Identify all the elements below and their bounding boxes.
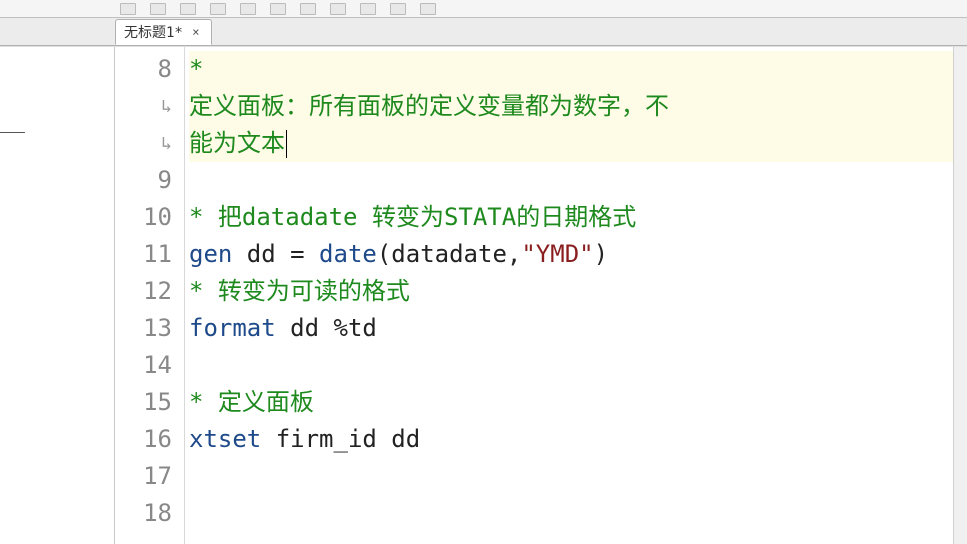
close-icon[interactable]: ×: [189, 25, 203, 39]
left-panel: [0, 47, 115, 544]
line-number: 13: [115, 310, 184, 347]
line-number: 14: [115, 347, 184, 384]
line-number: 18: [115, 495, 184, 532]
editor: 8 ↳ ↳ 9 10 11 12 13 14 15 16 17 18 * 定义面…: [0, 46, 967, 544]
code-line: gen dd = date(datadate,"YMD"): [189, 236, 953, 273]
line-number: 12: [115, 273, 184, 310]
cursor: [286, 130, 287, 158]
toolbar-icon[interactable]: [150, 3, 166, 15]
code-line: 能为文本: [189, 125, 953, 162]
wrap-indicator-icon: ↳: [115, 125, 184, 162]
scrollbar[interactable]: [953, 47, 967, 544]
tab-label: 无标题1*: [124, 22, 183, 42]
wrap-indicator-icon: ↳: [115, 88, 184, 125]
line-number: 10: [115, 199, 184, 236]
code-line: [189, 495, 953, 532]
code-line: format dd %td: [189, 310, 953, 347]
line-gutter: 8 ↳ ↳ 9 10 11 12 13 14 15 16 17 18: [115, 47, 185, 544]
line-number: 11: [115, 236, 184, 273]
code-line: [189, 347, 953, 384]
code-line: * 把datadate 转变为STATA的日期格式: [189, 199, 953, 236]
toolbar-icon[interactable]: [300, 3, 316, 15]
code-area[interactable]: * 定义面板：所有面板的定义变量都为数字，不 能为文本 * 把datadate …: [185, 47, 953, 544]
toolbar-icon[interactable]: [240, 3, 256, 15]
toolbar-icon[interactable]: [420, 3, 436, 15]
code-line: [189, 458, 953, 495]
toolbar-icon[interactable]: [390, 3, 406, 15]
tab-untitled[interactable]: 无标题1* ×: [115, 19, 212, 45]
code-line: xtset firm_id dd: [189, 421, 953, 458]
code-line: [189, 162, 953, 199]
line-number: 9: [115, 162, 184, 199]
toolbar-icon[interactable]: [270, 3, 286, 15]
toolbar-icon[interactable]: [120, 3, 136, 15]
toolbar-icon[interactable]: [210, 3, 226, 15]
code-line: *: [189, 51, 953, 88]
code-line: * 定义面板: [189, 384, 953, 421]
toolbar: [0, 0, 967, 18]
line-number: 17: [115, 458, 184, 495]
code-line: * 转变为可读的格式: [189, 273, 953, 310]
toolbar-icon[interactable]: [330, 3, 346, 15]
arrow-icon: [0, 132, 25, 133]
line-number: 15: [115, 384, 184, 421]
code-line: 定义面板：所有面板的定义变量都为数字，不: [189, 88, 953, 125]
toolbar-icon[interactable]: [360, 3, 376, 15]
line-number: 8: [115, 51, 184, 88]
toolbar-icon[interactable]: [180, 3, 196, 15]
line-number: 16: [115, 421, 184, 458]
tab-bar: 无标题1* ×: [0, 18, 967, 46]
